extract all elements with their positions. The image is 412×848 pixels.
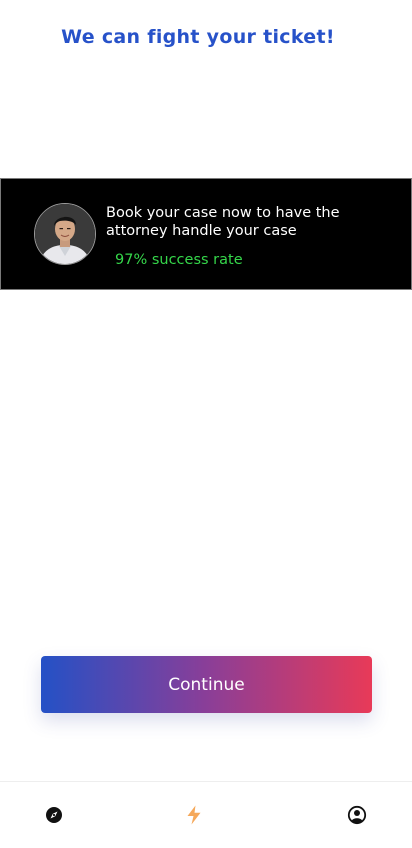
banner-message: Book your case now to have the attorney … xyxy=(106,205,340,239)
success-rate-label: 97% success rate xyxy=(115,252,243,268)
bottom-navigation xyxy=(0,781,412,848)
nav-profile[interactable] xyxy=(346,804,368,826)
attorney-avatar xyxy=(34,203,96,265)
lightning-icon xyxy=(187,805,201,825)
user-circle-icon xyxy=(347,805,367,825)
nav-flash[interactable] xyxy=(183,804,205,826)
page-title: We can fight your ticket! xyxy=(61,26,335,48)
nav-explore[interactable] xyxy=(43,804,65,826)
continue-button[interactable]: Continue xyxy=(41,656,372,713)
attorney-banner: Book your case now to have the attorney … xyxy=(0,178,412,290)
compass-icon xyxy=(46,807,62,823)
